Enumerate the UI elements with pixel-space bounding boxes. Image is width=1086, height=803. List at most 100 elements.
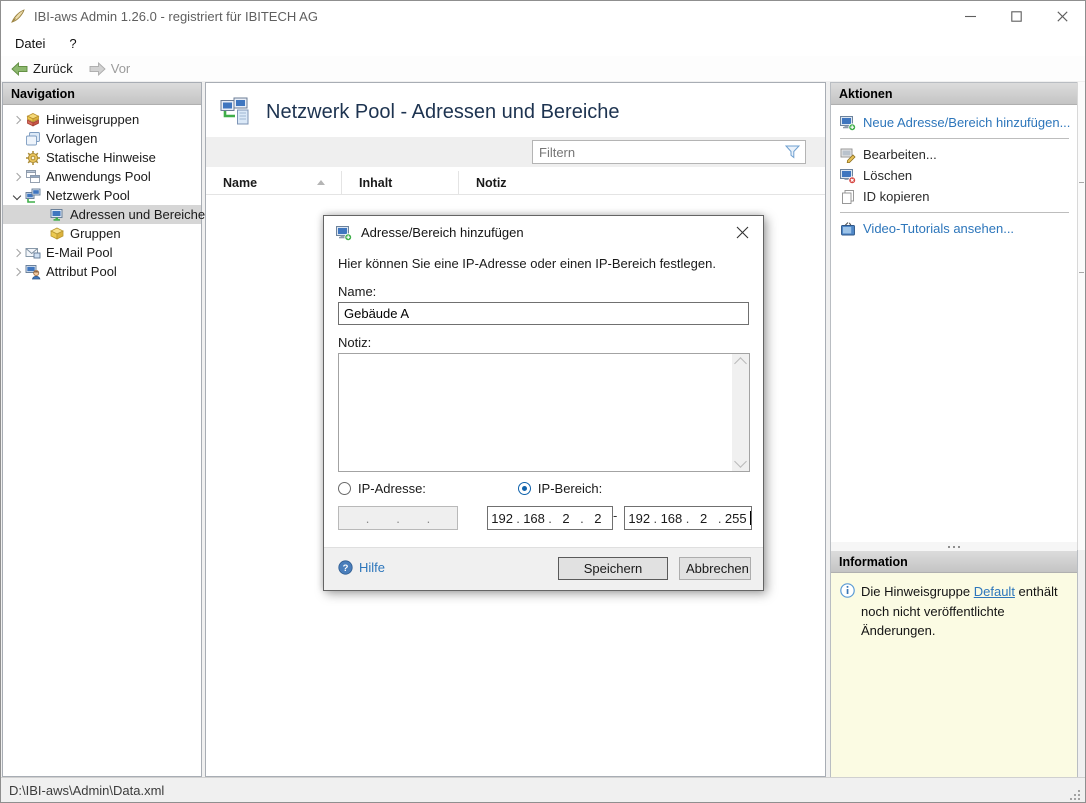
- column-header-inhalt[interactable]: Inhalt: [342, 171, 459, 194]
- close-button[interactable]: [1039, 1, 1085, 31]
- ip-address-radio-group[interactable]: IP-Adresse:: [338, 481, 426, 496]
- ip-address-radio[interactable]: [338, 482, 351, 495]
- action-video-tutorials[interactable]: Video-Tutorials ansehen...: [831, 218, 1077, 239]
- add-address-dialog: Adresse/Bereich hinzufügen Hier können S…: [323, 215, 764, 591]
- information-header: Information: [831, 551, 1077, 573]
- name-input[interactable]: [338, 302, 749, 325]
- sidebar-item-anwendungs-pool[interactable]: Anwendungs Pool: [3, 167, 201, 186]
- expander-collapsed-icon[interactable]: [9, 115, 25, 124]
- save-button[interactable]: Speichern: [558, 557, 668, 580]
- range-separator: -: [613, 508, 618, 523]
- actions-separator: [840, 138, 1069, 139]
- sidebar-item-statische-hinweise[interactable]: Statische Hinweise: [3, 148, 201, 167]
- sidebar-item-label: E-Mail Pool: [46, 245, 113, 260]
- window-title: IBI-aws Admin 1.26.0 - registriert für I…: [34, 8, 318, 24]
- action-edit[interactable]: Bearbeiten...: [831, 144, 1077, 165]
- action-add-address[interactable]: Neue Adresse/Bereich hinzufügen...: [831, 112, 1077, 133]
- video-tutorials-icon: [840, 221, 856, 237]
- action-copy-id[interactable]: ID kopieren: [831, 186, 1077, 207]
- toolbar: Zurück Vor: [1, 56, 1085, 81]
- actions-separator: [840, 212, 1069, 213]
- default-group-link[interactable]: Default: [974, 584, 1015, 599]
- expander-expanded-icon[interactable]: [9, 191, 25, 200]
- ip-single-input: . . .: [338, 506, 458, 530]
- back-arrow-icon: [11, 61, 28, 76]
- ip-range-radio[interactable]: [517, 482, 531, 495]
- sidebar-item-netzwerk-pool[interactable]: Netzwerk Pool: [3, 186, 201, 205]
- sort-ascending-icon: [317, 180, 325, 185]
- forward-button[interactable]: Vor: [83, 59, 137, 78]
- page-title: Netzwerk Pool - Adressen und Bereiche: [266, 100, 620, 123]
- dialog-close-icon[interactable]: [721, 216, 763, 249]
- dialog-description: Hier können Sie eine IP-Adresse oder ein…: [338, 256, 716, 271]
- expander-collapsed-icon[interactable]: [9, 267, 25, 276]
- maximize-button[interactable]: [993, 1, 1039, 31]
- sidebar-item-attribut-pool[interactable]: Attribut Pool: [3, 262, 201, 281]
- menubar: Datei ?: [1, 31, 1085, 56]
- statusbar: D:\IBI-aws\Admin\Data.xml: [1, 777, 1085, 803]
- application-pool-icon: [25, 169, 41, 185]
- action-delete[interactable]: Löschen: [831, 165, 1077, 186]
- column-header-name[interactable]: Name: [206, 171, 342, 194]
- attribute-pool-icon: [25, 264, 41, 280]
- dialog-title: Adresse/Bereich hinzufügen: [361, 225, 524, 240]
- ip-range-start-input[interactable]: 192. 168. 2. 2: [487, 506, 613, 530]
- notice-groups-icon: [25, 112, 41, 128]
- filter-input[interactable]: [532, 140, 806, 164]
- ip-range-end-input[interactable]: 192. 168. 2. 255: [624, 506, 752, 530]
- sidebar-item-vorlagen[interactable]: Vorlagen: [3, 129, 201, 148]
- scroll-down-icon[interactable]: [734, 455, 747, 468]
- groups-icon: [49, 226, 65, 242]
- ip-range-radio-group[interactable]: IP-Bereich:: [517, 481, 602, 496]
- minimize-button[interactable]: [947, 1, 993, 31]
- address-range-icon: [49, 207, 65, 223]
- column-header-notiz[interactable]: Notiz: [459, 171, 825, 194]
- text-caret: [750, 511, 751, 525]
- dialog-footer: ? Hilfe Speichern Abbrechen: [324, 547, 763, 590]
- back-label: Zurück: [33, 61, 73, 76]
- note-scrollbar[interactable]: [732, 354, 749, 471]
- sidebar-item-label: Netzwerk Pool: [46, 188, 130, 203]
- ip-address-radio-label: IP-Adresse:: [358, 481, 426, 496]
- sidebar-item-email-pool[interactable]: E-Mail Pool: [3, 243, 201, 262]
- filter-funnel-icon[interactable]: [785, 145, 800, 159]
- sidebar-item-label: Statische Hinweise: [46, 150, 156, 165]
- resize-grip[interactable]: [1068, 788, 1082, 802]
- note-textarea[interactable]: [338, 353, 750, 472]
- menu-help[interactable]: ?: [59, 32, 86, 55]
- email-pool-icon: [25, 245, 41, 261]
- panel-splitter-grip[interactable]: [831, 542, 1077, 551]
- window-titlebar[interactable]: IBI-aws Admin 1.26.0 - registriert für I…: [1, 1, 1085, 31]
- sidebar-item-label: Vorlagen: [46, 131, 98, 146]
- information-message: Die Hinweisgruppe Default enthält noch n…: [861, 584, 1058, 638]
- scroll-up-icon[interactable]: [734, 357, 747, 370]
- information-panel: Die Hinweisgruppe Default enthält noch n…: [831, 573, 1077, 784]
- dialog-titlebar[interactable]: Adresse/Bereich hinzufügen: [324, 216, 763, 249]
- sidebar-item-label: Anwendungs Pool: [46, 169, 151, 184]
- sidebar-item-label: Adressen und Bereiche: [70, 207, 206, 222]
- statusbar-data-path: D:\IBI-aws\Admin\Data.xml: [9, 783, 165, 798]
- table-header-row: Name Inhalt Notiz: [206, 171, 825, 195]
- add-address-icon: [840, 115, 856, 131]
- cancel-button[interactable]: Abbrechen: [679, 557, 751, 580]
- sidebar-item-adressen-und-bereiche[interactable]: Adressen und Bereiche: [3, 205, 205, 224]
- sidebar-item-label: Gruppen: [70, 226, 121, 241]
- static-notices-icon: [25, 150, 41, 166]
- navigation-tree: Hinweisgruppen Vorlagen Statische Hinwei…: [3, 105, 205, 281]
- edit-address-icon: [840, 147, 856, 163]
- help-link[interactable]: ? Hilfe: [338, 560, 385, 575]
- network-pool-large-icon: [220, 97, 254, 127]
- actions-panel: Aktionen Neue Adresse/Bereich hinzufügen…: [830, 82, 1078, 784]
- sidebar-item-hinweisgruppen[interactable]: Hinweisgruppen: [3, 110, 201, 129]
- note-label: Notiz:: [338, 335, 372, 350]
- sidebar-item-label: Hinweisgruppen: [46, 112, 140, 127]
- expander-collapsed-icon[interactable]: [9, 248, 25, 257]
- expander-collapsed-icon[interactable]: [9, 172, 25, 181]
- sidebar-item-label: Attribut Pool: [46, 264, 117, 279]
- sidebar-item-gruppen[interactable]: Gruppen: [3, 224, 201, 243]
- navigation-panel: Navigation Hinweisgruppen Vorlagen Stati…: [2, 82, 205, 777]
- menu-datei[interactable]: Datei: [5, 32, 55, 55]
- delete-address-icon: [840, 168, 856, 184]
- back-button[interactable]: Zurück: [5, 59, 79, 78]
- filter-bar: [206, 137, 825, 167]
